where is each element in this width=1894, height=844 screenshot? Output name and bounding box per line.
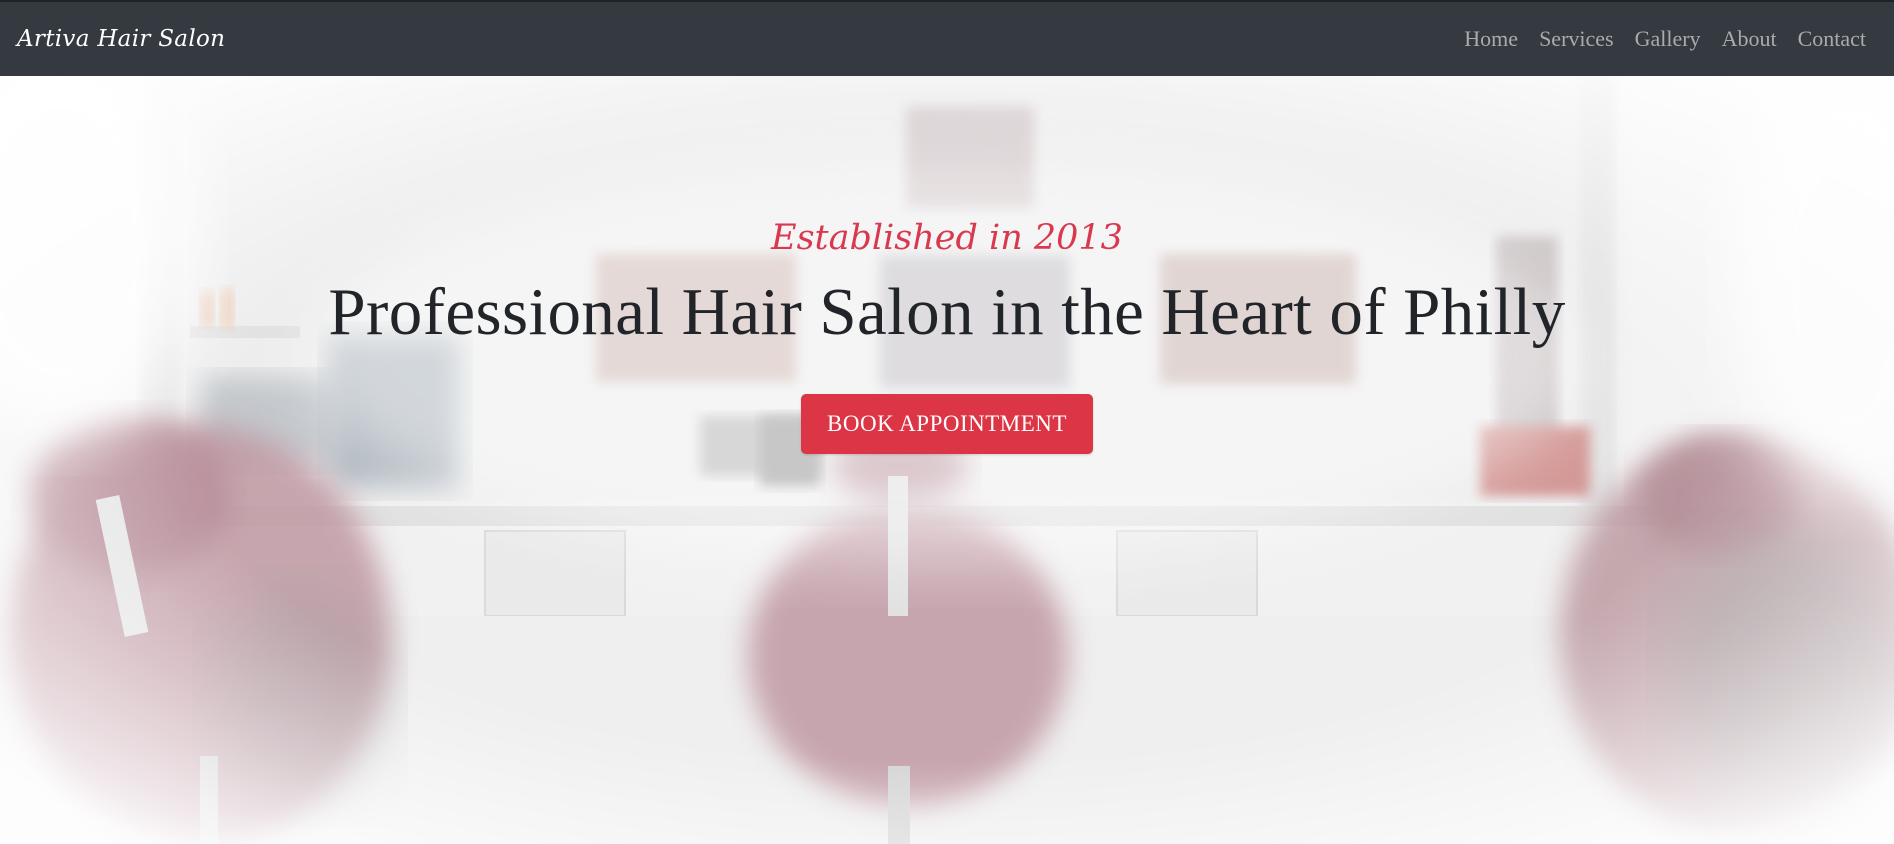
book-appointment-button[interactable]: BOOK APPOINTMENT (801, 394, 1093, 454)
established-tagline: Established in 2013 (771, 218, 1123, 258)
nav-link-about[interactable]: About (1722, 26, 1777, 52)
navbar: Artiva Hair Salon Home Services Gallery … (0, 0, 1894, 76)
nav-link-services[interactable]: Services (1539, 26, 1614, 52)
hero-section: Established in 2013 Professional Hair Sa… (0, 76, 1894, 844)
nav-links: Home Services Gallery About Contact (1464, 26, 1866, 52)
hero-headline: Professional Hair Salon in the Heart of … (328, 275, 1566, 349)
brand-logo[interactable]: Artiva Hair Salon (17, 26, 225, 52)
hero-content: Established in 2013 Professional Hair Sa… (0, 76, 1894, 844)
nav-link-gallery[interactable]: Gallery (1635, 26, 1701, 52)
nav-link-home[interactable]: Home (1464, 26, 1518, 52)
nav-link-contact[interactable]: Contact (1798, 26, 1866, 52)
